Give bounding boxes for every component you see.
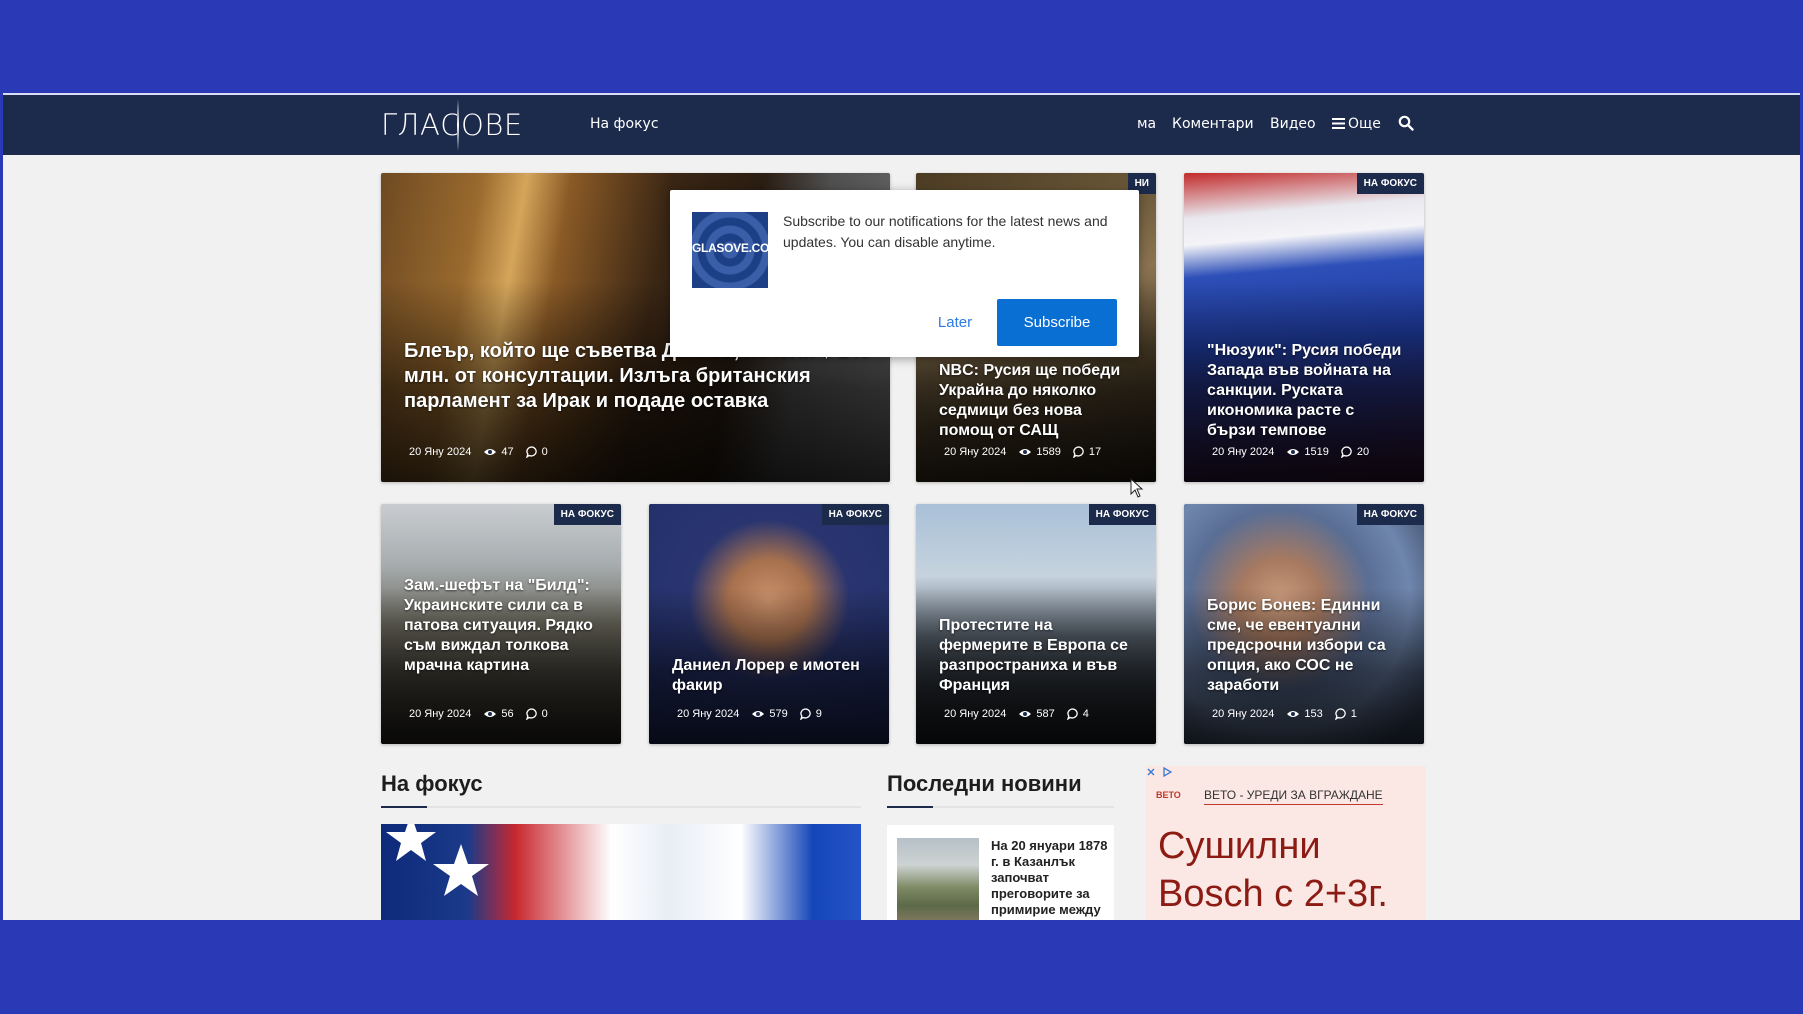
card-views: 1519: [1304, 445, 1329, 458]
eye-icon: [483, 446, 497, 458]
comment-icon: [1334, 708, 1347, 720]
card-views: 579: [769, 707, 788, 720]
card-comments: 9: [815, 707, 822, 720]
popup-logo-text: GLASOVE.COM: [692, 241, 768, 255]
card-comments: 1: [1350, 707, 1357, 720]
nav-item-focus[interactable]: На фокус: [590, 116, 659, 132]
popup-site-logo: GLASOVE.COM: [692, 212, 768, 288]
news-card-farmers[interactable]: НА ФОКУС Протестите на фермерите в Европ…: [916, 504, 1156, 744]
card-meta: 20 Яну 2024 579 9: [677, 708, 822, 720]
news-card-lorer[interactable]: НА ФОКУС Даниел Лорер е имотен факир 20 …: [649, 504, 889, 744]
comment-icon: [525, 708, 538, 720]
comment-icon: [799, 708, 812, 720]
latest-news-item[interactable]: На 20 януари 1878 г. в Казанлък започват…: [887, 825, 1114, 920]
eye-icon: [1018, 446, 1032, 458]
card-views: 47: [501, 445, 514, 458]
card-title: "Нюзуик": Русия победи Запада във войнат…: [1207, 342, 1402, 439]
card-comments: 0: [541, 707, 548, 720]
nav-item-comments[interactable]: Коментари: [1172, 116, 1254, 132]
card-views: 153: [1304, 707, 1323, 720]
browser-viewport: ГЛАСОВЕ На фокус ма Коментари Видео Още …: [3, 93, 1800, 920]
card-title: Зам.-шефът на "Билд": Украинските сили с…: [404, 577, 593, 674]
site-header: ГЛАСОВЕ На фокус ма Коментари Видео Още: [3, 95, 1800, 155]
section-rule-focus: [381, 806, 861, 808]
category-tag[interactable]: НА ФОКУС: [553, 504, 621, 525]
ad-choices-icon[interactable]: [1162, 766, 1174, 778]
card-meta: 20 Яну 2024 56 0: [409, 708, 548, 720]
section-rule-latest: [887, 806, 1114, 808]
card-meta: 20 Яну 2024 1589 17: [944, 446, 1101, 458]
eye-icon: [483, 708, 497, 720]
news-card-newsweek[interactable]: НА ФОКУС "Нюзуик": Русия победи Запада в…: [1184, 173, 1424, 482]
card-date: 20 Яну 2024: [1212, 445, 1275, 458]
search-icon[interactable]: [1398, 115, 1416, 133]
card-meta: 20 Яну 2024 587 4: [944, 708, 1089, 720]
ad-close-icon[interactable]: [1146, 766, 1158, 778]
menu-icon: [1332, 117, 1345, 133]
popup-message: Subscribe to our notifications for the l…: [783, 213, 1108, 250]
eye-icon: [1286, 708, 1300, 720]
later-button[interactable]: Later: [925, 299, 985, 346]
section-rule-accent: [887, 806, 933, 808]
card-date: 20 Яну 2024: [677, 707, 740, 720]
nav-more-label: Още: [1348, 116, 1381, 132]
eye-icon: [1018, 708, 1032, 720]
section-title-latest: Последни новини: [887, 771, 1082, 796]
star-icon: [386, 814, 489, 896]
card-date: 20 Яну 2024: [944, 707, 1007, 720]
card-views: 587: [1036, 707, 1055, 720]
category-tag[interactable]: НА ФОКУС: [1356, 173, 1424, 194]
main-nav: На фокус ма Коментари Видео Още: [3, 95, 1800, 155]
ad-controls: [1146, 766, 1174, 780]
latest-news-text: На 20 януари 1878 г. в Казанлък започват…: [991, 838, 1108, 917]
comment-icon: [525, 446, 538, 458]
latest-news-thumbnail: [897, 838, 979, 920]
eye-icon: [751, 708, 765, 720]
news-card-bild[interactable]: НА ФОКУС Зам.-шефът на "Билд": Украински…: [381, 504, 621, 744]
nav-item-more[interactable]: Още: [1332, 116, 1381, 133]
card-comments: 4: [1082, 707, 1089, 720]
ad-banner[interactable]: ВЕТО ВЕТО - УРЕДИ ЗА ВГРАЖДАНЕ Сушилни B…: [1146, 766, 1426, 920]
card-title: NBC: Русия ще победи Украйна до няколко …: [939, 362, 1121, 439]
subscribe-notification-popup: GLASOVE.COM Subscribe to our notificatio…: [670, 190, 1139, 357]
nav-item-partial[interactable]: ма: [1137, 116, 1156, 132]
comment-icon: [1072, 446, 1085, 458]
ad-brand-logo: ВЕТО: [1156, 790, 1181, 800]
card-title: Борис Бонев: Единни сме, че евентуални п…: [1207, 597, 1386, 694]
subscribe-button[interactable]: Subscribe: [997, 299, 1117, 346]
card-date: 20 Яну 2024: [944, 445, 1007, 458]
card-title: Даниел Лорер е имотен факир: [672, 657, 860, 694]
comment-icon: [1340, 446, 1353, 458]
section-rule-accent: [381, 806, 427, 808]
category-tag[interactable]: НА ФОКУС: [1088, 504, 1156, 525]
card-views: 56: [501, 707, 514, 720]
card-meta: 20 Яну 2024 153 1: [1212, 708, 1357, 720]
focus-hero-image[interactable]: [381, 814, 861, 920]
card-views: 1589: [1036, 445, 1061, 458]
card-title: Протестите на фермерите в Европа се разп…: [939, 617, 1128, 694]
card-date: 20 Яну 2024: [409, 445, 472, 458]
category-tag[interactable]: НА ФОКУС: [1356, 504, 1424, 525]
card-date: 20 Яну 2024: [1212, 707, 1275, 720]
ad-headline: Сушилни Bosch с 2+3г.: [1158, 825, 1388, 915]
ad-source-label: ВЕТО - УРЕДИ ЗА ВГРАЖДАНЕ: [1204, 788, 1383, 805]
nav-item-video[interactable]: Видео: [1270, 116, 1316, 132]
card-comments: 20: [1356, 445, 1370, 458]
mouse-cursor-icon: [1130, 477, 1144, 502]
section-title-focus: На фокус: [381, 771, 483, 796]
card-date: 20 Яну 2024: [409, 707, 472, 720]
category-tag[interactable]: НА ФОКУС: [821, 504, 889, 525]
card-comments: 17: [1088, 445, 1102, 458]
card-comments: 0: [541, 445, 548, 458]
news-card-bonev[interactable]: НА ФОКУС Борис Бонев: Единни сме, че еве…: [1184, 504, 1424, 744]
eye-icon: [1286, 446, 1300, 458]
card-meta: 20 Яну 2024 47 0: [409, 446, 548, 458]
card-meta: 20 Яну 2024 1519 20: [1212, 446, 1369, 458]
comment-icon: [1066, 708, 1079, 720]
